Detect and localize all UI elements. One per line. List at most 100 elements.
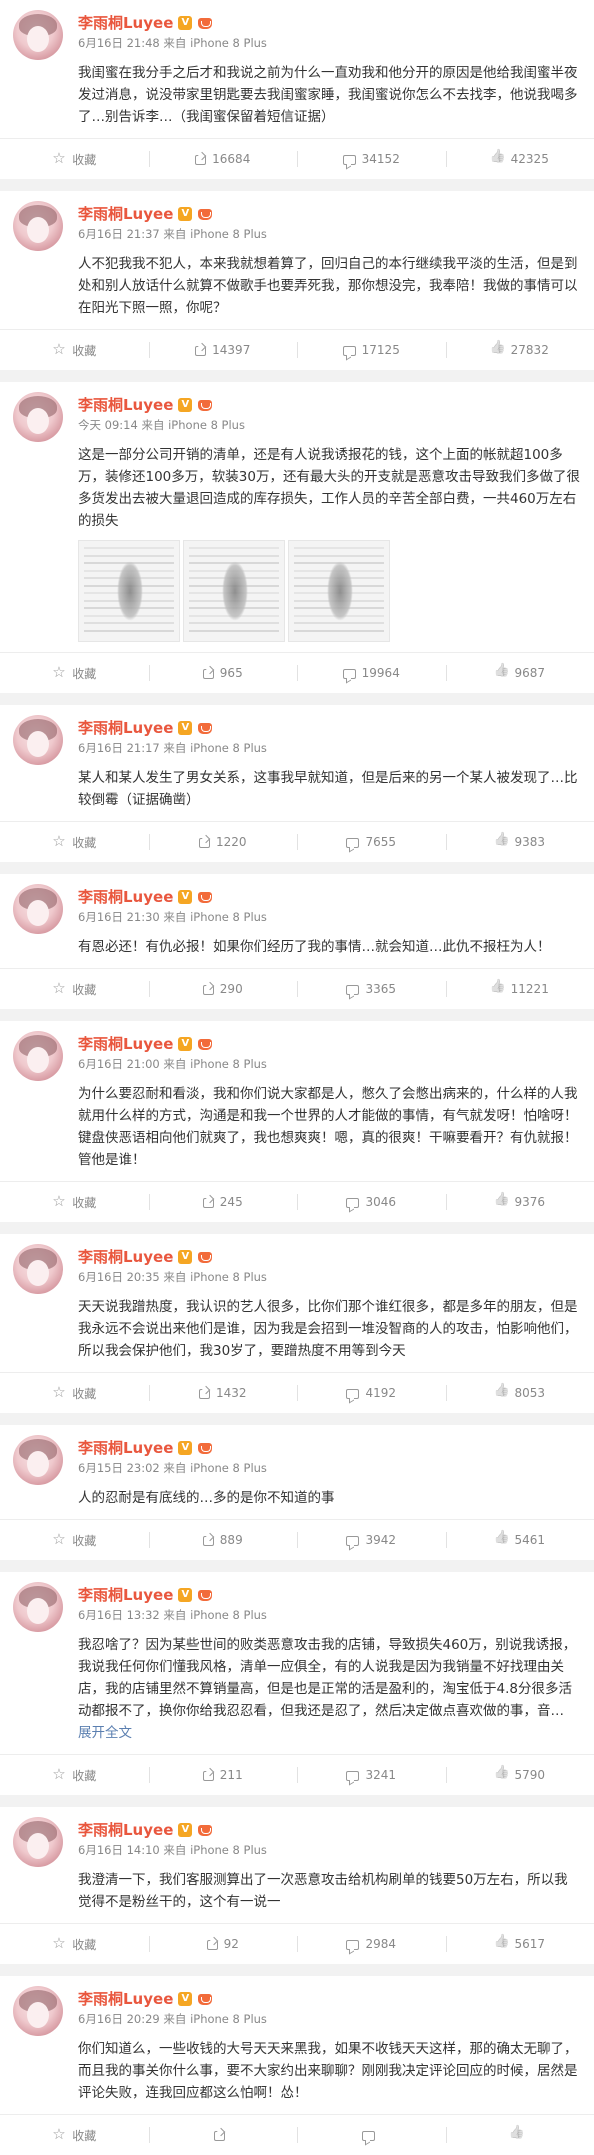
user-name[interactable]: 李雨桐Luyee: [78, 1437, 173, 1458]
forward-button[interactable]: 965: [149, 653, 298, 693]
user-name[interactable]: 李雨桐Luyee: [78, 886, 173, 907]
post-header: 李雨桐Luyee V 6月16日 14:10 来自 iPhone 8 Plus: [0, 1807, 594, 1869]
favorite-label: 收藏: [72, 1532, 96, 1549]
user-name[interactable]: 李雨桐Luyee: [78, 1584, 173, 1605]
favorite-button[interactable]: 收藏: [0, 653, 149, 693]
comment-button[interactable]: 7655: [297, 822, 446, 862]
like-button[interactable]: 27832: [446, 330, 594, 370]
user-avatar[interactable]: [13, 1031, 63, 1081]
user-name[interactable]: 李雨桐Luyee: [78, 12, 173, 33]
post-source-device[interactable]: iPhone 8 Plus: [190, 227, 267, 241]
favorite-button[interactable]: 收藏: [0, 139, 149, 179]
favorite-button[interactable]: 收藏: [0, 1373, 149, 1413]
favorite-label: 收藏: [72, 1385, 96, 1402]
post-source-device[interactable]: iPhone 8 Plus: [190, 741, 267, 755]
like-button[interactable]: 5790: [446, 1755, 594, 1795]
user-avatar[interactable]: [13, 884, 63, 934]
user-avatar[interactable]: [13, 1244, 63, 1294]
forward-button[interactable]: 1432: [149, 1373, 298, 1413]
post-text-body: 我闺蜜在我分手之后才和我说之前为什么一直劝我和他分开的原因是他给我闺蜜半夜发过消…: [78, 65, 578, 125]
like-button[interactable]: 5461: [446, 1520, 594, 1560]
vip-crown-icon: [197, 207, 213, 221]
forward-button[interactable]: 211: [149, 1755, 298, 1795]
forward-count: 965: [220, 666, 243, 680]
post-source-device[interactable]: iPhone 8 Plus: [190, 1608, 267, 1622]
post-source-device[interactable]: iPhone 8 Plus: [190, 910, 267, 924]
forward-button[interactable]: [149, 2115, 298, 2155]
post-image-thumbnail[interactable]: [288, 540, 390, 642]
post-image-thumbnail[interactable]: [183, 540, 285, 642]
comment-button[interactable]: 3241: [297, 1755, 446, 1795]
comment-count: 3046: [365, 1195, 396, 1209]
favorite-button[interactable]: 收藏: [0, 330, 149, 370]
user-name[interactable]: 李雨桐Luyee: [78, 203, 173, 224]
post-source-device[interactable]: iPhone 8 Plus: [190, 1843, 267, 1857]
post-image-thumbnail[interactable]: [78, 540, 180, 642]
favorite-button[interactable]: 收藏: [0, 822, 149, 862]
user-avatar[interactable]: [13, 201, 63, 251]
name-row: 李雨桐Luyee V: [78, 1437, 213, 1458]
post-source-device[interactable]: iPhone 8 Plus: [168, 418, 245, 432]
post-time: 6月16日 20:29: [78, 2012, 160, 2026]
favorite-button[interactable]: 收藏: [0, 1182, 149, 1222]
user-name[interactable]: 李雨桐Luyee: [78, 1033, 173, 1054]
comment-button[interactable]: 4192: [297, 1373, 446, 1413]
favorite-button[interactable]: 收藏: [0, 1755, 149, 1795]
source-prefix: 来自: [163, 741, 186, 755]
comment-button[interactable]: 34152: [297, 139, 446, 179]
like-button[interactable]: [446, 2115, 594, 2155]
favorite-button[interactable]: 收藏: [0, 1924, 149, 1964]
like-button[interactable]: 9376: [446, 1182, 594, 1222]
user-name[interactable]: 李雨桐Luyee: [78, 1819, 173, 1840]
user-name[interactable]: 李雨桐Luyee: [78, 1246, 173, 1267]
favorite-button[interactable]: 收藏: [0, 2115, 149, 2155]
post-source-device[interactable]: iPhone 8 Plus: [190, 1270, 267, 1284]
post-source-device[interactable]: iPhone 8 Plus: [190, 2012, 267, 2026]
source-prefix: 来自: [163, 1843, 186, 1857]
forward-button[interactable]: 16684: [149, 139, 298, 179]
star-icon: [52, 1937, 66, 1951]
expand-full-text-link[interactable]: 展开全文: [78, 1725, 132, 1741]
post-text: 人的忍耐是有底线的…多的是你不知道的事 展开全文: [0, 1487, 594, 1509]
post-meta: 6月15日 23:02 来自 iPhone 8 Plus: [78, 1460, 267, 1476]
like-button[interactable]: 5617: [446, 1924, 594, 1964]
expand-label[interactable]: 展开全文: [78, 1725, 132, 1741]
favorite-button[interactable]: 收藏: [0, 969, 149, 1009]
forward-button[interactable]: 1220: [149, 822, 298, 862]
post-source-device[interactable]: iPhone 8 Plus: [190, 36, 267, 50]
like-button[interactable]: 42325: [446, 139, 594, 179]
user-name[interactable]: 李雨桐Luyee: [78, 1988, 173, 2009]
user-avatar[interactable]: [13, 1582, 63, 1632]
like-button[interactable]: 11221: [446, 969, 594, 1009]
comment-button[interactable]: 2984: [297, 1924, 446, 1964]
like-button[interactable]: 8053: [446, 1373, 594, 1413]
star-icon: [52, 2128, 66, 2142]
user-avatar[interactable]: [13, 10, 63, 60]
comment-button[interactable]: 17125: [297, 330, 446, 370]
forward-button[interactable]: 92: [149, 1924, 298, 1964]
user-avatar[interactable]: [13, 392, 63, 442]
forward-button[interactable]: 14397: [149, 330, 298, 370]
weibo-feed: 李雨桐Luyee V 6月16日 21:48 来自 iPhone 8 Plus …: [0, 0, 594, 2155]
like-icon: [494, 1533, 508, 1547]
favorite-button[interactable]: 收藏: [0, 1520, 149, 1560]
forward-button[interactable]: 290: [149, 969, 298, 1009]
user-avatar[interactable]: [13, 1435, 63, 1485]
comment-button[interactable]: 3365: [297, 969, 446, 1009]
comment-button[interactable]: 3942: [297, 1520, 446, 1560]
like-button[interactable]: 9383: [446, 822, 594, 862]
forward-button[interactable]: 245: [149, 1182, 298, 1222]
user-name[interactable]: 李雨桐Luyee: [78, 717, 173, 738]
forward-button[interactable]: 889: [149, 1520, 298, 1560]
user-avatar[interactable]: [13, 1817, 63, 1867]
comment-button[interactable]: 19964: [297, 653, 446, 693]
post-source-device[interactable]: iPhone 8 Plus: [190, 1057, 267, 1071]
comment-button[interactable]: 3046: [297, 1182, 446, 1222]
post-source-device[interactable]: iPhone 8 Plus: [190, 1461, 267, 1475]
user-avatar[interactable]: [13, 1986, 63, 2036]
user-avatar[interactable]: [13, 715, 63, 765]
comment-button[interactable]: [297, 2115, 446, 2155]
comment-count: 17125: [362, 343, 400, 357]
like-button[interactable]: 9687: [446, 653, 594, 693]
user-name[interactable]: 李雨桐Luyee: [78, 394, 173, 415]
